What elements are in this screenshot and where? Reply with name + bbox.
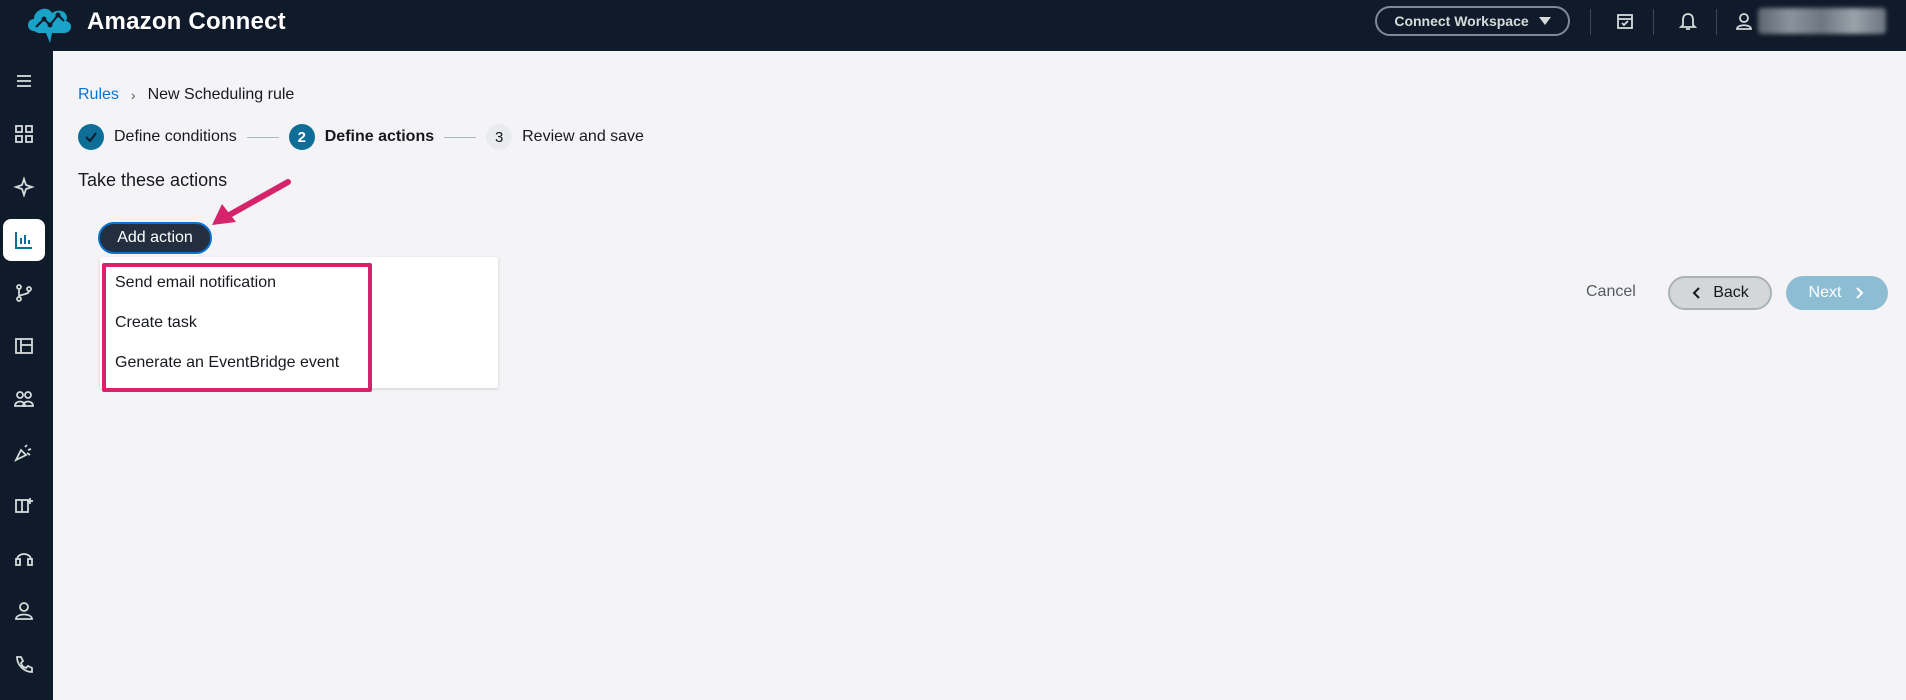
section-title: Take these actions (78, 170, 228, 190)
user-name-redacted[interactable] (1758, 8, 1886, 34)
sidebar-menu-toggle[interactable] (3, 60, 45, 102)
workspace-label: Connect Workspace (1394, 13, 1529, 29)
sidebar-item-layout[interactable] (3, 325, 45, 367)
sidebar-item-routing[interactable] (3, 272, 45, 314)
sidebar-item-users[interactable] (3, 378, 45, 420)
dashboard-icon (15, 125, 33, 143)
breadcrumb-current: New Scheduling rule (147, 86, 295, 103)
sidebar-item-contact-control[interactable] (3, 537, 45, 579)
step-1-check-icon (78, 124, 104, 150)
bell-icon[interactable] (1677, 10, 1699, 32)
menu-item-send-email[interactable]: Send email notification (115, 274, 276, 292)
channels-icon (15, 498, 33, 513)
menu-item-eventbridge-event[interactable]: Generate an EventBridge event (115, 354, 339, 372)
back-button[interactable]: Back (1668, 276, 1772, 310)
chevron-right-icon: › (130, 87, 136, 103)
connect-workspace-button[interactable]: Connect Workspace (1375, 6, 1570, 36)
layout-icon (15, 338, 33, 354)
calendar-check-icon[interactable] (1614, 10, 1636, 32)
sidebar-item-phone[interactable] (3, 643, 45, 685)
sidebar-item-channels[interactable] (3, 484, 45, 526)
step-2-label: Define actions (324, 128, 435, 145)
chevron-right-icon (1856, 287, 1864, 299)
app-title: Amazon Connect (87, 8, 286, 35)
add-action-button[interactable]: Add action (98, 222, 212, 254)
chevron-left-icon (1692, 287, 1700, 299)
headset-icon (15, 553, 33, 566)
amazon-connect-logo[interactable] (24, 1, 74, 43)
menu-item-create-task[interactable]: Create task (115, 314, 197, 332)
next-label: Next (1808, 284, 1842, 301)
step-3-label: Review and save (522, 128, 644, 145)
phone-icon (16, 656, 33, 673)
user-icon[interactable] (1733, 10, 1755, 32)
next-button[interactable]: Next (1786, 276, 1888, 310)
sidebar-item-campaigns[interactable] (3, 431, 45, 473)
step-1-label[interactable]: Define conditions (114, 128, 237, 146)
user-icon (15, 602, 33, 620)
wizard-steps: Define conditions 2 Define actions 3 Rev… (78, 124, 644, 150)
sidebar-item-dashboard[interactable] (3, 113, 45, 155)
breadcrumb-rules-link[interactable]: Rules (78, 86, 119, 104)
cancel-button[interactable]: Cancel (1586, 283, 1636, 301)
step-connector (444, 136, 477, 138)
menu-icon (17, 75, 31, 87)
breadcrumb: Rules › New Scheduling rule (78, 86, 294, 104)
step-2-number: 2 (288, 124, 315, 150)
sparkle-icon (13, 176, 35, 198)
users-icon (14, 391, 34, 407)
caret-down-icon (1538, 17, 1551, 25)
divider (1590, 9, 1591, 35)
sidebar (0, 51, 53, 700)
back-label: Back (1713, 284, 1749, 301)
sidebar-item-analytics[interactable] (3, 219, 45, 261)
sidebar-item-profile[interactable] (3, 590, 45, 632)
step-3-number: 3 (486, 124, 513, 150)
routing-icon (16, 284, 32, 302)
divider (1716, 9, 1717, 35)
annotation-arrow-icon (212, 179, 291, 225)
campaign-icon (13, 444, 32, 463)
step-connector (246, 136, 279, 138)
divider (1653, 9, 1654, 35)
analytics-icon (15, 232, 32, 249)
sidebar-item-ai[interactable] (3, 166, 45, 208)
top-navigation-bar: Amazon Connect Connect Workspace (0, 0, 1906, 51)
